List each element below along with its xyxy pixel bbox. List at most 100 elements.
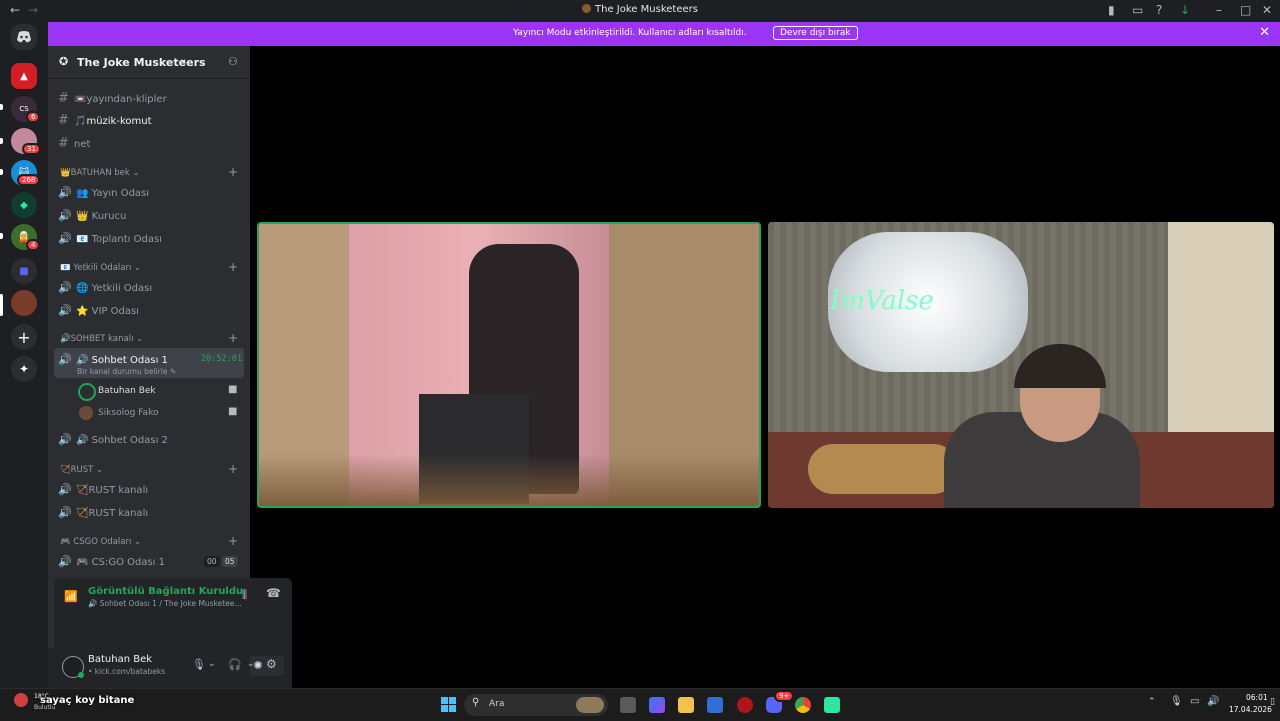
add-server-icon[interactable]: + [11, 324, 37, 350]
category-sohbet[interactable]: 🔊SOHBET kanalı ⌄ [60, 334, 143, 344]
noise-suppression-icon[interactable]: ⫼ [242, 588, 247, 602]
chevron-down-icon[interactable]: ⌄ [208, 659, 216, 669]
app-red-icon[interactable] [737, 697, 753, 713]
download-icon[interactable]: ↓ [1180, 3, 1190, 17]
voice-channel-sohbet-2[interactable]: 🔊 🔊 Sohbet Odası 2 [58, 433, 168, 446]
voice-status[interactable]: Görüntülü Bağlantı Kuruldu [88, 586, 243, 597]
hash-icon: # [58, 91, 69, 106]
voice-channel-csgo-1[interactable]: 🔊 🎮 CS:GO Odası 1 [58, 555, 165, 568]
add-channel-icon[interactable]: + [228, 165, 238, 179]
server-favicon-icon [582, 4, 592, 13]
camera-icon: ■ [228, 384, 238, 395]
tray-volume-icon[interactable]: 🔊 [1207, 696, 1219, 707]
maximize-icon[interactable]: □ [1240, 3, 1251, 17]
server-joke-musketeers-icon[interactable] [11, 290, 37, 316]
voice-channel[interactable]: 🔊 🏹RUST kanalı [58, 483, 148, 496]
speaker-icon: 🔊 [58, 506, 72, 519]
user-limit-badge: 05 [222, 556, 238, 567]
add-channel-icon[interactable]: + [228, 331, 238, 345]
speaker-icon: 🔊 [58, 555, 72, 568]
user-name[interactable]: Batuhan Bek [88, 654, 152, 665]
bookmark-icon[interactable]: ▮ [1108, 3, 1115, 17]
chrome-icon[interactable] [795, 697, 811, 713]
user-status[interactable]: • kick.com/batabeks [88, 667, 165, 676]
close-window-icon[interactable]: ✕ [1262, 3, 1272, 17]
category-batuhan[interactable]: 👑BATUHAN bek ⌄ [60, 168, 140, 178]
server-header[interactable]: ✪ The Joke Musketeers ⌄ ⚇ [48, 46, 250, 79]
weather-icon[interactable] [14, 693, 28, 707]
app-green-icon[interactable] [824, 697, 840, 713]
chevron-down-icon: ⌄ [179, 54, 188, 65]
minimize-icon[interactable]: – [1216, 3, 1222, 17]
windows-taskbar: 18°C Bulutlu sayaç koy bitane ⚲ Ara 9+ ⌃… [0, 688, 1280, 721]
file-explorer-icon[interactable] [678, 697, 694, 713]
avatar[interactable] [78, 383, 96, 401]
taskbar-search[interactable]: ⚲ Ara [464, 694, 608, 716]
mention-badge: 31 [22, 143, 41, 155]
video-tile-right[interactable]: ImValse [768, 222, 1274, 508]
tray-chevron-up-icon[interactable]: ⌃ [1148, 697, 1156, 707]
avatar[interactable] [79, 406, 93, 420]
channel-text[interactable]: # net [58, 136, 90, 151]
discord-unread-badge: 9+ [774, 690, 795, 702]
channel-text[interactable]: # 🎵müzik-komut [58, 113, 152, 128]
speaker-icon: 🔊 [88, 599, 98, 608]
category-yetkili[interactable]: 📧 Yetkili Odaları ⌄ [60, 263, 141, 273]
voice-channel[interactable]: 🔊 🏹RUST kanalı [58, 506, 148, 519]
clock-date[interactable]: 17.04.2026 [1229, 705, 1272, 714]
voice-channel[interactable]: 🔊 👑 Kurucu [58, 209, 126, 222]
close-notice-icon[interactable]: ✕ [1259, 25, 1270, 40]
store-icon[interactable] [707, 697, 723, 713]
unread-pip [0, 104, 3, 110]
voice-channel-sohbet-1[interactable]: 🔊 🔊 Sohbet Odası 1 [58, 353, 168, 366]
pencil-icon: ✎ [169, 367, 177, 376]
search-highlight-icon [576, 697, 604, 713]
chevron-down-icon[interactable]: ⌄ [247, 659, 255, 669]
search-icon: ⚲ [472, 697, 480, 708]
inbox-icon[interactable]: ▭ [1132, 3, 1143, 17]
server-badge-icon: ✪ [59, 55, 69, 68]
settings-gear-icon[interactable]: ⚙ [266, 657, 277, 671]
category-csgo[interactable]: 🎮 CSGO Odaları ⌄ [60, 537, 141, 547]
clock-time[interactable]: 06:01 [1246, 693, 1268, 702]
invite-people-icon[interactable]: ⚇ [228, 55, 238, 68]
voice-location[interactable]: 🔊 Sohbet Odası 1 / The Joke Musketee... [88, 599, 242, 608]
tray-network-icon[interactable]: ▭ [1190, 696, 1199, 707]
member-name[interactable]: Batuhan Bek [98, 386, 156, 396]
guitar-silhouette [808, 444, 958, 494]
server-gem-icon[interactable]: ◆ [11, 192, 37, 218]
search-placeholder: Ara [489, 699, 505, 709]
tray-microphone-icon[interactable]: 🎙 [1170, 696, 1183, 707]
add-channel-icon[interactable]: + [228, 534, 238, 548]
channel-text[interactable]: # 📼yayından-klipler [58, 91, 167, 106]
microphone-icon[interactable]: 🎙 [192, 658, 206, 671]
member-name[interactable]: Siksolog Fako [98, 408, 158, 418]
speaker-icon: 🔊 [58, 232, 72, 245]
camera-icon: ■ [228, 406, 238, 417]
disable-streamer-mode-button[interactable]: Devre dışı bırak [773, 26, 858, 40]
disconnect-icon[interactable]: ☎ [266, 586, 281, 600]
notification-bell-icon[interactable]: ▯ [1270, 697, 1275, 707]
discord-home-icon[interactable] [11, 24, 37, 50]
task-view-icon[interactable] [620, 697, 636, 713]
headphones-icon[interactable]: 🎧 [228, 658, 242, 671]
voice-channel[interactable]: 🔊 👥 Yayın Odası [58, 186, 149, 199]
help-icon[interactable]: ? [1156, 3, 1162, 17]
server-folder-icon[interactable]: ■ [11, 258, 37, 284]
voice-channel[interactable]: 🔊 🌐 Yetkili Odası [58, 281, 152, 294]
speaker-icon: 🔊 [58, 209, 72, 222]
channel-status-hint[interactable]: Bir kanal durumu belirle ✎ [77, 367, 176, 376]
start-windows-icon[interactable] [441, 697, 456, 712]
server-triangle-icon[interactable]: ▲ [11, 63, 37, 89]
widgets-icon[interactable] [649, 697, 665, 713]
explore-servers-icon[interactable]: ✦ [11, 356, 37, 382]
category-rust[interactable]: 🏹RUST ⌄ [60, 465, 103, 475]
voice-channel[interactable]: 🔊 ⭐ VIP Odası [58, 304, 139, 317]
soundboard-icon: ✺ [253, 659, 263, 672]
add-channel-icon[interactable]: + [228, 462, 238, 476]
voice-channel[interactable]: 🔊 📧 Toplantı Odası [58, 232, 162, 245]
signal-icon[interactable]: 📶 [64, 590, 78, 603]
video-tile-left[interactable] [257, 222, 761, 508]
user-count-badge: 00 [204, 556, 220, 567]
add-channel-icon[interactable]: + [228, 260, 238, 274]
